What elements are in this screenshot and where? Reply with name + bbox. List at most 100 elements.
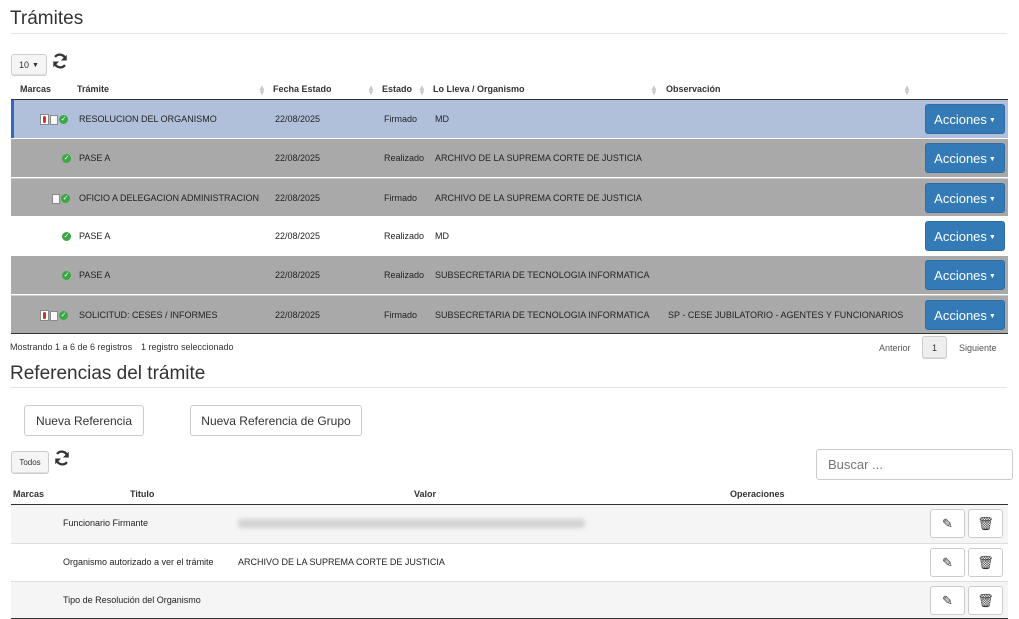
edit-button[interactable]: ✎ [930,548,965,577]
cell-estado: Firmado [384,310,418,320]
cell-estado: Firmado [384,114,418,124]
table-row[interactable]: ✓ OFICIO A DELEGACION ADMINISTRACION 22/… [11,178,1008,216]
col-lleva[interactable]: Lo Lleva / Organismo [433,84,525,94]
acciones-label: Acciones [934,190,987,206]
document-icon [50,114,58,125]
edit-button[interactable]: ✎ [930,509,965,538]
cell-fecha: 22/08/2025 [275,270,321,280]
cell-tramite: PASE A [79,153,111,163]
pagination-prev[interactable]: Anterior [879,343,911,353]
cell-fecha: 22/08/2025 [275,310,321,320]
ref-col-titulo: Titulo [130,489,155,499]
table-row[interactable]: ✓ RESOLUCION DEL ORGANISMO 22/08/2025 Fi… [11,100,1008,138]
pagination-page-1[interactable]: 1 [922,336,947,359]
acciones-label: Acciones [934,307,987,323]
ref-col-valor: Valor [414,489,437,499]
new-group-reference-button[interactable]: Nueva Referencia de Grupo [190,405,362,436]
table-row: Tipo de Resolución del Organismo ✎ 🗑 [11,581,1008,619]
pencil-icon: ✎ [942,554,953,570]
row-marks: ✓ [62,270,71,281]
cell-tramite: OFICIO A DELEGACION ADMINISTRACION [79,193,260,203]
new-reference-button[interactable]: Nueva Referencia [24,405,144,436]
acciones-label: Acciones [934,150,987,166]
sort-icon[interactable]: ▲ ▼ [258,84,266,97]
filter-all-button[interactable]: Todos [11,451,49,474]
tramites-title: Trámites [10,8,84,29]
acciones-button[interactable]: Acciones ▼ [925,104,1005,134]
check-circle-icon: ✓ [59,115,68,124]
edit-button[interactable]: ✎ [930,586,965,615]
cell-estado: Realizado [384,270,425,280]
table-row[interactable]: ✓ PASE A 22/08/2025 Realizado ARCHIVO DE… [11,139,1008,177]
search-input[interactable] [816,449,1013,480]
check-circle-icon: ✓ [62,232,71,241]
document-icon [50,310,58,321]
refresh-icon[interactable] [53,449,71,467]
cell-lleva: ARCHIVO DE LA SUPREMA CORTE DE JUSTICIA [435,193,642,203]
divider [10,33,1007,34]
cell-estado: Realizado [384,231,425,241]
row-marks: ✓ [52,193,70,204]
ref-titulo: Tipo de Resolución del Organismo [63,595,201,605]
cell-tramite: RESOLUCION DEL ORGANISMO [79,114,217,124]
pencil-icon: ✎ [942,592,953,608]
col-observacion[interactable]: Observación [666,84,721,94]
col-fecha[interactable]: Fecha Estado [273,84,332,94]
delete-button[interactable]: 🗑 [968,509,1003,538]
delete-button[interactable]: 🗑 [968,586,1003,615]
cell-tramite: PASE A [79,231,111,241]
table-row[interactable]: ✓ PASE A 22/08/2025 Realizado MD Accione… [11,217,1008,255]
check-circle-icon: ✓ [59,311,68,320]
trash-icon: 🗑 [977,592,994,608]
acciones-label: Acciones [934,228,987,244]
signature-icon [40,114,49,125]
divider [10,387,1007,388]
acciones-label: Acciones [934,267,987,283]
page-size-value: 10 [19,60,30,70]
page-size-select[interactable]: 10 ▼ [11,54,47,76]
ref-valor: ARCHIVO DE LA SUPREMA CORTE DE JUSTICIA [238,557,445,567]
table-bottom-divider [11,333,1008,334]
refresh-icon[interactable] [51,52,69,70]
col-marcas: Marcas [20,84,52,94]
delete-button[interactable]: 🗑 [968,548,1003,577]
caret-down-icon: ▼ [988,312,996,320]
cell-lleva: SUBSECRETARIA DE TECNOLOGIA INFORMATICA [435,310,650,320]
sort-icon[interactable]: ▲ ▼ [418,84,426,97]
col-tramite[interactable]: Trámite [77,84,109,94]
sort-icon[interactable]: ▲ ▼ [903,84,911,97]
ref-titulo: Funcionario Firmante [63,518,149,528]
trash-icon: 🗑 [977,554,994,570]
pencil-icon: ✎ [942,515,953,531]
row-marks: ✓ [40,310,68,321]
sort-icon[interactable]: ▲ ▼ [367,84,375,97]
document-icon [52,193,60,204]
acciones-button[interactable]: Acciones ▼ [925,143,1005,173]
acciones-button[interactable]: Acciones ▼ [925,260,1005,290]
caret-down-icon: ▼ [988,116,996,124]
cell-fecha: 22/08/2025 [275,114,321,124]
pagination-next[interactable]: Siguiente [959,343,997,353]
cell-fecha: 22/08/2025 [275,193,321,203]
cell-tramite: PASE A [79,270,111,280]
acciones-label: Acciones [934,111,987,127]
cell-lleva: MD [435,231,449,241]
table-row[interactable]: ✓ PASE A 22/08/2025 Realizado SUBSECRETA… [11,256,1008,294]
acciones-button[interactable]: Acciones ▼ [925,221,1005,251]
sort-icon[interactable]: ▲ ▼ [650,84,658,97]
acciones-button[interactable]: Acciones ▼ [925,183,1005,213]
table-row[interactable]: ✓ SOLICITUD: CESES / INFORMES 22/08/2025… [11,295,1008,333]
col-estado[interactable]: Estado [382,84,412,94]
row-marks: ✓ [62,231,71,242]
check-circle-icon: ✓ [61,194,70,203]
chevron-down-icon: ▼ [32,61,39,69]
caret-down-icon: ▼ [988,155,996,163]
cell-observacion: SP - CESE JUBILATORIO - AGENTES Y FUNCIO… [668,310,904,320]
cell-tramite: SOLICITUD: CESES / INFORMES [79,310,218,320]
acciones-button[interactable]: Acciones ▼ [925,300,1005,330]
cell-estado: Realizado [384,153,425,163]
cell-fecha: 22/08/2025 [275,231,321,241]
caret-down-icon: ▼ [988,195,996,203]
signature-icon [40,310,49,321]
cell-lleva: ARCHIVO DE LA SUPREMA CORTE DE JUSTICIA [435,153,642,163]
